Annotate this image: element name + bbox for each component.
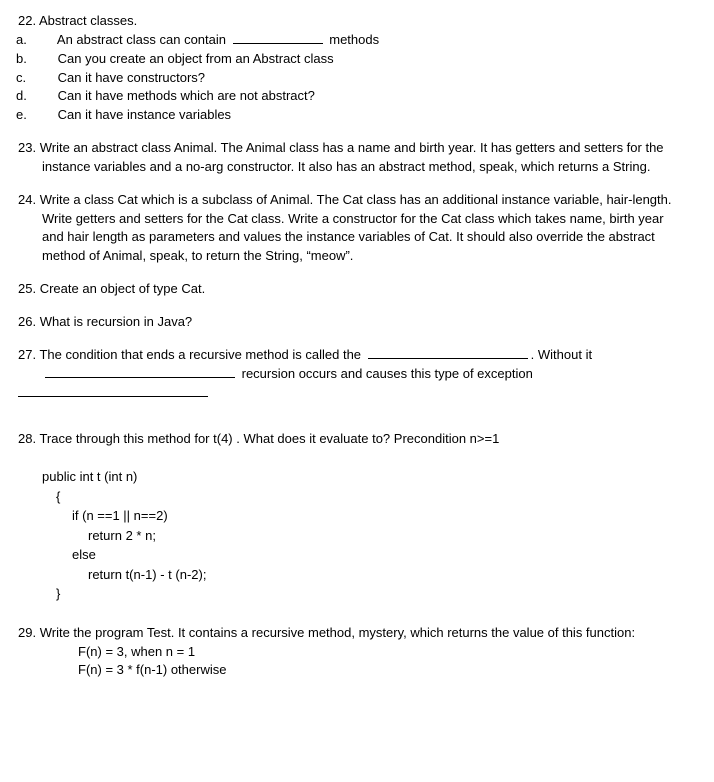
- q25-number: 25.: [18, 281, 36, 296]
- code-line: if (n ==1 || n==2): [72, 506, 686, 526]
- question-23: 23. Write an abstract class Animal. The …: [18, 139, 686, 177]
- code-line: return 2 * n;: [88, 526, 686, 546]
- code-line: public int t (int n): [42, 467, 686, 487]
- q22-d: d. Can it have methods which are not abs…: [60, 87, 686, 106]
- q27-number: 27.: [18, 347, 36, 362]
- q23-number: 23.: [18, 140, 36, 155]
- code-line: return t(n-1) - t (n-2);: [88, 565, 686, 585]
- q22-c-text: Can it have constructors?: [58, 70, 205, 85]
- question-29: 29. Write the program Test. It contains …: [18, 624, 686, 681]
- code-line: }: [56, 584, 686, 604]
- q27-mid: . Without it: [531, 347, 592, 362]
- q29-number: 29.: [18, 625, 36, 640]
- q22-a-post: methods: [329, 32, 379, 47]
- q22-e: e. Can it have instance variables: [60, 106, 686, 125]
- q22-c-label: c.: [38, 69, 54, 88]
- q22-e-text: Can it have instance variables: [58, 107, 231, 122]
- question-24: 24. Write a class Cat which is a subclas…: [18, 191, 686, 266]
- q28-number: 28.: [18, 431, 36, 446]
- q26-text: What is recursion in Java?: [40, 314, 192, 329]
- question-22: 22. Abstract classes. a. An abstract cla…: [18, 12, 686, 125]
- blank-field: [233, 31, 323, 44]
- question-28: 28. Trace through this method for t(4) .…: [18, 430, 686, 603]
- q22-d-text: Can it have methods which are not abstra…: [58, 88, 315, 103]
- q23-text: Write an abstract class Animal. The Anim…: [40, 140, 664, 174]
- q22-d-label: d.: [38, 87, 54, 106]
- q22-b: b. Can you create an object from an Abst…: [60, 50, 686, 69]
- q22-b-label: b.: [38, 50, 54, 69]
- q26-number: 26.: [18, 314, 36, 329]
- q29-f2: F(n) = 3 * f(n-1) otherwise: [78, 661, 686, 680]
- question-25: 25. Create an object of type Cat.: [18, 280, 686, 299]
- q29-text: Write the program Test. It contains a re…: [40, 625, 635, 640]
- code-block: public int t (int n) { if (n ==1 || n==2…: [42, 467, 686, 604]
- q29-f1: F(n) = 3, when n = 1: [78, 643, 686, 662]
- q22-a: a. An abstract class can contain methods: [60, 31, 686, 50]
- q25-text: Create an object of type Cat.: [40, 281, 205, 296]
- q24-text: Write a class Cat which is a subclass of…: [40, 192, 672, 264]
- q27-pre: The condition that ends a recursive meth…: [39, 347, 361, 362]
- q22-c: c. Can it have constructors?: [60, 69, 686, 88]
- blank-field: [18, 384, 208, 397]
- question-26: 26. What is recursion in Java?: [18, 313, 686, 332]
- q22-title: Abstract classes.: [39, 13, 137, 28]
- blank-field: [45, 365, 235, 378]
- question-27: 27. The condition that ends a recursive …: [18, 346, 686, 403]
- q22-number: 22.: [18, 13, 36, 28]
- q22-b-text: Can you create an object from an Abstrac…: [58, 51, 334, 66]
- q22-e-label: e.: [38, 106, 54, 125]
- code-line: else: [72, 545, 686, 565]
- blank-field: [368, 346, 528, 359]
- q27-post: recursion occurs and causes this type of…: [242, 366, 533, 381]
- q22-a-label: a.: [38, 31, 54, 50]
- q24-number: 24.: [18, 192, 36, 207]
- code-line: {: [56, 487, 686, 507]
- q28-text: Trace through this method for t(4) . Wha…: [39, 431, 499, 446]
- q22-a-pre: An abstract class can contain: [57, 32, 226, 47]
